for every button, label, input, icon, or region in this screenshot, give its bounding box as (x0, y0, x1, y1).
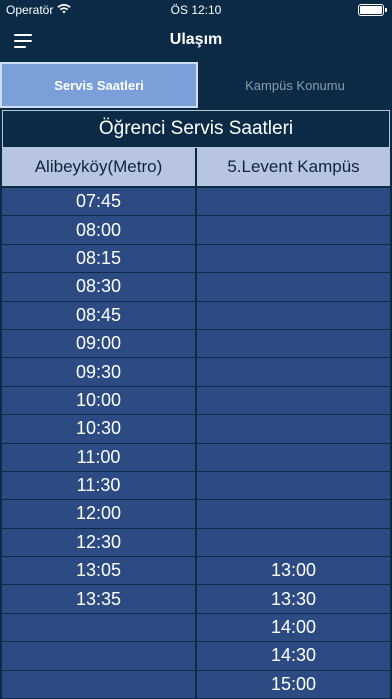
cell-alibeykoy-time: 08:30 (2, 273, 197, 301)
cell-alibeykoy-time: 09:30 (2, 358, 197, 386)
cell-levent-time (197, 329, 390, 358)
table-row: 14:30 (2, 642, 390, 671)
cell-alibeykoy-time (2, 642, 197, 670)
cell-levent-time: 13:30 (197, 585, 390, 613)
cell-alibeykoy-time: 08:45 (2, 301, 197, 329)
battery-icon (358, 4, 387, 16)
table-row: 08:45 (2, 301, 390, 330)
cell-levent-time (197, 500, 390, 528)
table-row: 10:30 (2, 415, 390, 444)
cell-levent-time (197, 273, 390, 301)
table-row: 08:00 (2, 216, 390, 245)
cell-levent-time (197, 301, 390, 329)
table-row: 09:00 (2, 329, 390, 359)
cell-levent-time: 14:30 (197, 642, 390, 670)
column-header-levent: 5.Levent Kampüs (197, 148, 390, 186)
cell-alibeykoy-time: 13:35 (2, 585, 197, 613)
column-header-alibeykoy: Alibeyköy(Metro) (2, 148, 197, 186)
tab-kampus-konumu[interactable]: Kampüs Konumu (198, 62, 392, 108)
cell-levent-time (197, 244, 390, 273)
cell-levent-time (197, 188, 390, 216)
cell-alibeykoy-time (2, 613, 197, 642)
table-row: 14:00 (2, 613, 390, 643)
cell-alibeykoy-time: 11:00 (2, 443, 197, 471)
tab-servis-saatleri[interactable]: Servis Saatleri (0, 62, 198, 108)
status-bar: Operatör ÖS 12:10 (0, 0, 392, 20)
table-row: 09:30 (2, 358, 390, 387)
cell-alibeykoy-time: 08:15 (2, 244, 197, 273)
cell-levent-time: 13:00 (197, 557, 390, 585)
table-row: 12:00 (2, 500, 390, 529)
table-header: Alibeyköy(Metro) 5.Levent Kampüs (2, 148, 390, 186)
cell-alibeykoy-time: 11:30 (2, 471, 197, 500)
cell-alibeykoy-time: 07:45 (2, 188, 197, 216)
status-time: ÖS 12:10 (170, 3, 222, 17)
table-row: 10:00 (2, 386, 390, 416)
cell-alibeykoy-time: 13:05 (2, 557, 197, 585)
cell-alibeykoy-time: 10:30 (2, 415, 197, 443)
table-row: 11:00 (2, 443, 390, 472)
cell-levent-time (197, 443, 390, 471)
cell-alibeykoy-time: 09:00 (2, 329, 197, 358)
cell-levent-time (197, 386, 390, 415)
cell-levent-time: 15:00 (197, 670, 390, 699)
cell-alibeykoy-time: 10:00 (2, 386, 197, 415)
cell-levent-time (197, 216, 390, 244)
table-row: 15:00 (2, 670, 390, 699)
table-row: 08:30 (2, 273, 390, 302)
table-row: 08:15 (2, 244, 390, 274)
tab-bar: Servis Saatleri Kampüs Konumu (0, 62, 392, 108)
cell-levent-time (197, 415, 390, 443)
cell-alibeykoy-time (2, 670, 197, 699)
nav-bar: Ulaşım (0, 20, 392, 62)
table-title: Öğrenci Servis Saatleri (2, 110, 390, 148)
table-row: 12:30 (2, 528, 390, 558)
table-row: 07:45 (2, 188, 390, 217)
page-title: Ulaşım (169, 31, 223, 48)
cell-alibeykoy-time: 12:00 (2, 500, 197, 528)
cell-levent-time: 14:00 (197, 613, 390, 642)
cell-levent-time (197, 528, 390, 557)
cell-alibeykoy-time: 12:30 (2, 528, 197, 557)
table-row: 13:35 13:30 (2, 585, 390, 614)
cell-levent-time (197, 358, 390, 386)
schedule-table: 07:45 08:00 08:15 08:30 08:45 09:00 09:30 10:00… (2, 188, 390, 699)
cell-levent-time (197, 471, 390, 500)
table-row: 11:30 (2, 471, 390, 501)
cell-alibeykoy-time: 08:00 (2, 216, 197, 244)
table-row: 13:05 13:00 (2, 557, 390, 586)
